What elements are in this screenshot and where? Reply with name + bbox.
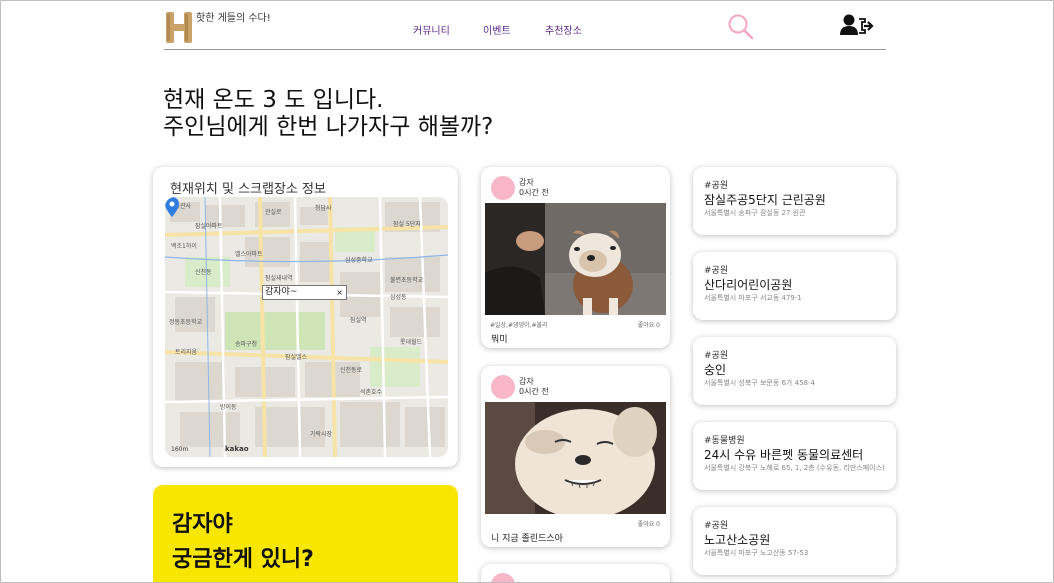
map-label: 가락시장 <box>310 431 333 438</box>
place-name: 산다리어린이공원 <box>704 278 793 292</box>
place-name: 잠실주공5단지 근린공원 <box>704 193 826 207</box>
map-label: 잠실새내역 <box>265 275 293 282</box>
browser-frame: 핫한 게들의 수다! 커뮤니티 이벤트 추천장소 현재 온도 3 도 입니다. … <box>0 0 1054 583</box>
nav-event[interactable]: 이벤트 <box>483 22 511 37</box>
map-label: 잠실아파트 <box>195 223 223 230</box>
post-image[interactable] <box>485 203 666 315</box>
place-category: #동물병원 <box>704 436 745 446</box>
avatar[interactable] <box>491 375 515 399</box>
location-map-card: 현재위치 및 스크랩장소 정보 체육관사 잠실아파트 청담사 백조1하이 관실로… <box>153 167 458 467</box>
logo-icon[interactable] <box>164 9 194 45</box>
ask-line-1: 감자야 <box>172 512 233 537</box>
map-label: 불변초등학교 <box>390 277 424 284</box>
place-card[interactable]: #공원 산다리어린이공원 서울특별시 마포구 서교동 479-1 <box>693 252 896 320</box>
avatar[interactable] <box>491 176 515 200</box>
logout-icon[interactable] <box>839 13 875 39</box>
post-card[interactable] <box>481 564 670 582</box>
post-text: 뭐미 <box>491 335 508 345</box>
place-address: 서울특별시 성북구 보문동 6가 458-4 <box>704 379 815 387</box>
close-icon[interactable]: × <box>336 286 343 299</box>
place-address: 서울특별시 송파구 잠실동 27 원관 <box>704 209 806 217</box>
map-label: 신천동로 <box>340 367 363 374</box>
map-label: 잠실 5단지 <box>393 221 421 228</box>
map-label: 트리지움 <box>175 349 198 356</box>
post-image[interactable] <box>485 402 666 514</box>
shiba-photo <box>485 402 666 514</box>
ask-question-text: 감자야 궁금한게 있니? <box>172 507 314 577</box>
place-address: 서울특별시 마포구 서교동 479-1 <box>704 294 802 302</box>
map-label: 석촌호수 <box>360 389 383 396</box>
map-label: 삼성동 <box>390 294 407 301</box>
bulldog-photo <box>485 203 666 315</box>
map-label: 방이동 <box>220 404 237 411</box>
post-card[interactable]: 감자 0시간 전 좋아요 0 니 지금 졸린드스아 <box>481 366 670 547</box>
kakao-logo: kakao <box>225 445 249 453</box>
post-time: 0시간 전 <box>519 188 549 197</box>
map-label: 송파구청 <box>235 341 258 348</box>
place-category: #공원 <box>704 351 729 361</box>
map-label: 잠실엘스 <box>285 354 308 361</box>
map-info-window[interactable]: 감자야~ × <box>262 285 347 300</box>
post-likes[interactable]: 좋아요 0 <box>638 519 660 528</box>
map-scale: 160m <box>171 446 189 453</box>
greeting-line-2: 주인님에게 한번 나가자구 해볼까? <box>163 114 494 140</box>
place-name: 숭인 <box>704 363 727 377</box>
post-likes[interactable]: 좋아요 0 <box>638 320 660 329</box>
nav-community[interactable]: 커뮤니티 <box>413 22 450 37</box>
map-label: 관실로 <box>265 209 282 216</box>
weather-greeting: 현재 온도 3 도 입니다. 주인님에게 한번 나가자구 해볼까? <box>163 87 493 141</box>
place-name: 노고산소공원 <box>704 533 771 547</box>
map-tiles <box>165 197 448 457</box>
kakao-map[interactable]: 체육관사 잠실아파트 청담사 백조1하이 관실로 잠실 5단지 엘스아파트 삼성… <box>165 197 448 457</box>
ask-line-2: 궁금한게 있니? <box>172 547 314 572</box>
place-category: #공원 <box>704 266 729 276</box>
post-card[interactable]: 감자 0시간 전 #일상,#댕댕이,#불리 좋아요 0 뭐미 <box>481 167 670 348</box>
post-time: 0시간 전 <box>519 387 549 396</box>
site-header: 핫한 게들의 수다! 커뮤니티 이벤트 추천장소 <box>164 1 886 50</box>
place-category: #공원 <box>704 181 729 191</box>
place-card[interactable]: #공원 잠실주공5단지 근린공원 서울특별시 송파구 잠실동 27 원관 <box>693 167 896 235</box>
search-icon[interactable] <box>727 13 755 41</box>
greeting-line-1: 현재 온도 3 도 입니다. <box>163 87 384 113</box>
map-pin-icon[interactable] <box>165 197 179 217</box>
nav-recommended-places[interactable]: 추천장소 <box>545 22 582 37</box>
map-label: 신천동 <box>195 269 212 276</box>
avatar[interactable] <box>491 573 515 582</box>
map-label: 청담사 <box>315 205 332 212</box>
map-card-title: 현재위치 및 스크랩장소 정보 <box>170 182 326 197</box>
place-card[interactable]: #동물병원 24시 수유 바른펫 동물의료센터 서울특별시 강북구 노해로 65… <box>693 422 896 490</box>
map-label: 롯데월드 <box>400 339 423 346</box>
place-address: 서울특별시 마포구 노고산동 57-53 <box>704 549 809 557</box>
ask-question-card[interactable]: 감자야 궁금한게 있니? <box>153 485 458 582</box>
place-card[interactable]: #공원 노고산소공원 서울특별시 마포구 노고산동 57-53 <box>693 507 896 575</box>
site-tagline: 핫한 게들의 수다! <box>196 13 271 24</box>
info-window-label: 감자야~ <box>265 287 298 297</box>
map-label: 삼성중학교 <box>345 257 373 264</box>
place-name: 24시 수유 바른펫 동물의료센터 <box>704 448 864 462</box>
place-category: #공원 <box>704 521 729 531</box>
place-card[interactable]: #공원 숭인 서울특별시 성북구 보문동 6가 458-4 <box>693 337 896 405</box>
place-address: 서울특별시 강북구 노해로 65, 1, 2층 (수유동, 리만스페이스) <box>704 464 885 472</box>
map-label: 정동초등학교 <box>169 319 203 326</box>
map-label: 엘스아파트 <box>235 251 263 258</box>
post-text: 니 지금 졸린드스아 <box>491 534 563 544</box>
map-label: 백조1하이 <box>171 243 197 250</box>
map-label: 잠실역 <box>350 317 367 324</box>
post-tags: #일상,#댕댕이,#불리 <box>490 322 548 329</box>
